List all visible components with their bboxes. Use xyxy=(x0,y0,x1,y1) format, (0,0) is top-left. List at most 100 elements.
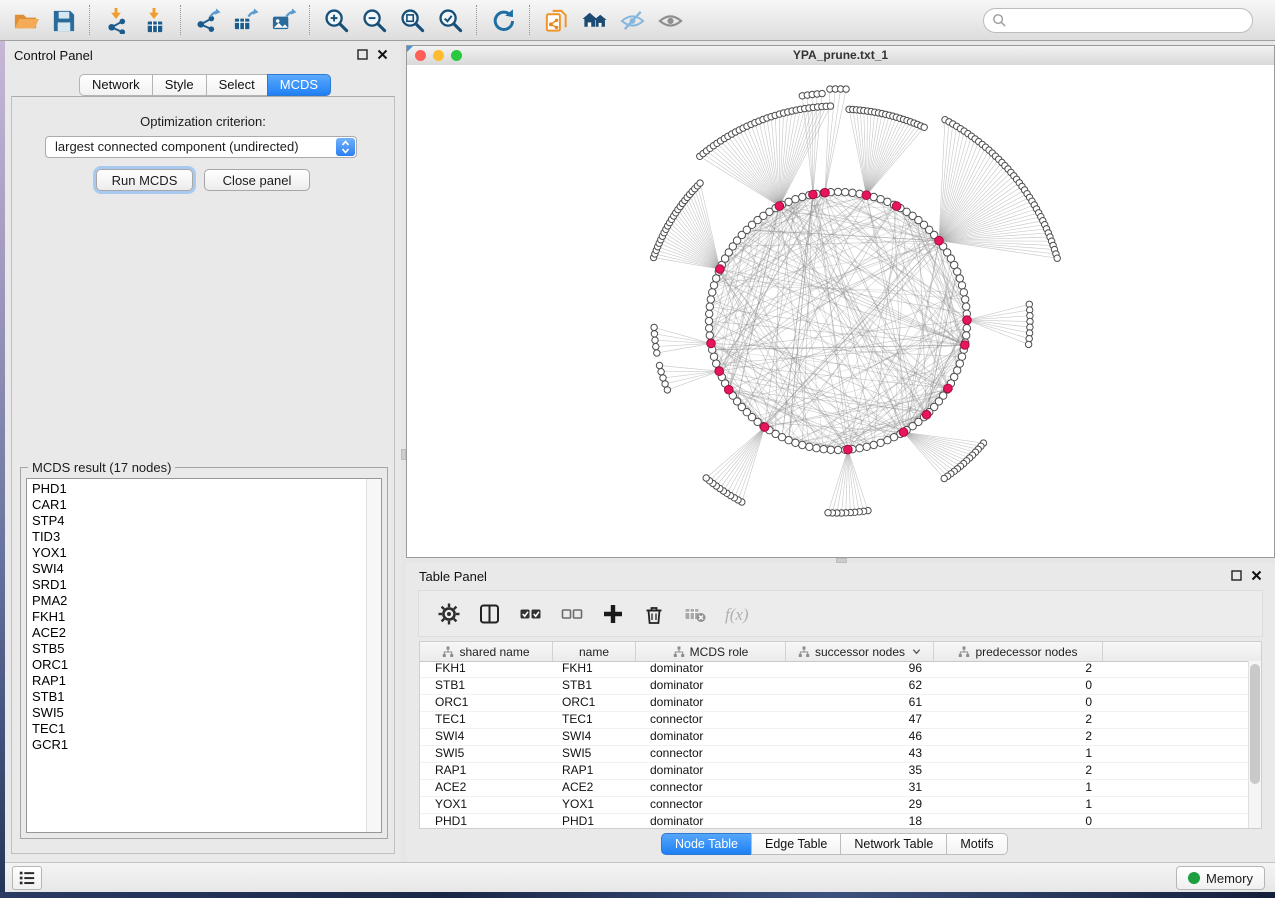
table-scrollbar-thumb[interactable] xyxy=(1250,664,1260,784)
ring-node[interactable] xyxy=(707,296,714,303)
leaf-node[interactable] xyxy=(1054,255,1060,261)
tab-network-table[interactable]: Network Table xyxy=(840,833,947,855)
delete-rows-button[interactable] xyxy=(641,601,667,627)
dominator-node[interactable] xyxy=(716,265,725,274)
column-header-MCDS-role[interactable]: MCDS role xyxy=(636,642,786,661)
ring-node[interactable] xyxy=(709,289,716,296)
dominator-node[interactable] xyxy=(935,236,944,245)
dominator-node[interactable] xyxy=(899,428,908,437)
ring-node[interactable] xyxy=(963,325,970,332)
hide-selected-button[interactable] xyxy=(613,3,651,37)
table-row[interactable]: SWI4SWI4dominator462 xyxy=(420,729,1249,746)
function-builder-button[interactable]: f(x) xyxy=(723,601,749,627)
close-panel-button[interactable]: Close panel xyxy=(204,169,310,191)
table-row[interactable]: STB1STB1dominator620 xyxy=(420,678,1249,695)
ring-node[interactable] xyxy=(706,332,713,339)
table-row[interactable]: YOX1YOX1connector291 xyxy=(420,797,1249,814)
table-scrollbar[interactable] xyxy=(1248,661,1261,828)
table-row[interactable]: ACE2ACE2connector311 xyxy=(420,780,1249,797)
ring-node[interactable] xyxy=(877,439,884,446)
ring-node[interactable] xyxy=(820,446,827,453)
tab-style[interactable]: Style xyxy=(152,74,207,96)
ring-node[interactable] xyxy=(705,317,712,324)
table-row[interactable]: RAP1RAP1dominator352 xyxy=(420,763,1249,780)
mcds-result-item[interactable]: SWI5 xyxy=(27,705,366,721)
mcds-result-item[interactable]: SWI4 xyxy=(27,561,366,577)
ring-node[interactable] xyxy=(956,360,963,367)
add-row-button[interactable] xyxy=(600,601,626,627)
mcds-result-item[interactable]: SRD1 xyxy=(27,577,366,593)
column-header-successor-nodes[interactable]: successor nodes xyxy=(786,642,934,661)
ring-node[interactable] xyxy=(884,437,891,444)
mcds-result-item[interactable]: STB5 xyxy=(27,641,366,657)
ring-node[interactable] xyxy=(954,268,961,275)
table-row[interactable]: FKH1FKH1dominator962 xyxy=(420,661,1249,678)
dominator-node[interactable] xyxy=(862,191,871,200)
zoom-out-button[interactable] xyxy=(355,3,393,37)
leaf-node[interactable] xyxy=(654,350,660,356)
automation-panel-button[interactable] xyxy=(12,866,42,890)
zoom-in-button[interactable] xyxy=(317,3,355,37)
tab-edge-table[interactable]: Edge Table xyxy=(751,833,841,855)
dominator-node[interactable] xyxy=(725,385,734,394)
zoom-fit-button[interactable] xyxy=(393,3,431,37)
leaf-node[interactable] xyxy=(921,124,927,130)
search-box[interactable] xyxy=(983,8,1253,33)
open-file-button[interactable] xyxy=(6,3,44,37)
network-canvas[interactable] xyxy=(407,65,1274,557)
ring-node[interactable] xyxy=(962,296,969,303)
table-row[interactable]: SWI5SWI5connector431 xyxy=(420,746,1249,763)
mcds-result-item[interactable]: CAR1 xyxy=(27,497,366,513)
dominator-node[interactable] xyxy=(944,384,953,393)
ring-node[interactable] xyxy=(956,275,963,282)
mcds-result-item[interactable]: FKH1 xyxy=(27,609,366,625)
leaf-node[interactable] xyxy=(827,103,833,109)
ring-node[interactable] xyxy=(960,289,967,296)
tab-node-table[interactable]: Node Table xyxy=(661,833,752,855)
ring-node[interactable] xyxy=(792,196,799,203)
leaf-node[interactable] xyxy=(1025,341,1031,347)
close-window-button[interactable] xyxy=(415,50,426,61)
export-table-button[interactable] xyxy=(226,3,264,37)
toggle-columns-button[interactable] xyxy=(477,601,503,627)
table-row[interactable]: ORC1ORC1dominator610 xyxy=(420,695,1249,712)
import-network-button[interactable] xyxy=(97,3,135,37)
tab-select[interactable]: Select xyxy=(206,74,268,96)
table-settings-button[interactable] xyxy=(436,601,462,627)
deselect-all-rows-button[interactable] xyxy=(559,601,585,627)
leaf-node[interactable] xyxy=(651,331,657,337)
dominator-node[interactable] xyxy=(715,367,724,376)
dominator-node[interactable] xyxy=(707,339,716,348)
show-all-button[interactable] xyxy=(651,3,689,37)
ring-node[interactable] xyxy=(842,189,849,196)
ring-node[interactable] xyxy=(799,193,806,200)
maximize-window-button[interactable] xyxy=(451,50,462,61)
float-panel-button[interactable] xyxy=(357,49,368,60)
table-row[interactable]: PHD1PHD1dominator180 xyxy=(420,814,1249,829)
dominator-node[interactable] xyxy=(760,423,769,432)
leaf-node[interactable] xyxy=(651,324,657,330)
column-header-name[interactable]: name xyxy=(553,642,636,661)
ring-node[interactable] xyxy=(713,360,720,367)
mcds-result-item[interactable]: RAP1 xyxy=(27,673,366,689)
leaf-node[interactable] xyxy=(941,475,947,481)
leaf-node[interactable] xyxy=(652,337,658,343)
network-window-titlebar[interactable]: YPA_prune.txt_1 xyxy=(407,46,1274,66)
mcds-result-item[interactable]: ORC1 xyxy=(27,657,366,673)
memory-button[interactable]: Memory xyxy=(1176,866,1265,890)
leaf-node[interactable] xyxy=(825,510,831,516)
ring-node[interactable] xyxy=(856,445,863,452)
table-row[interactable]: TEC1TEC1connector472 xyxy=(420,712,1249,729)
ring-node[interactable] xyxy=(834,188,841,195)
ring-node[interactable] xyxy=(834,446,841,453)
leaf-node[interactable] xyxy=(662,381,668,387)
leaf-node[interactable] xyxy=(703,475,709,481)
mcds-result-item[interactable]: PHD1 xyxy=(27,481,366,497)
mcds-result-item[interactable]: ACE2 xyxy=(27,625,366,641)
dominator-node[interactable] xyxy=(809,190,818,199)
import-table-button[interactable] xyxy=(135,3,173,37)
ring-node[interactable] xyxy=(877,196,884,203)
mcds-result-item[interactable]: GCR1 xyxy=(27,737,366,753)
ring-node[interactable] xyxy=(806,443,813,450)
float-table-panel-button[interactable] xyxy=(1231,570,1242,581)
